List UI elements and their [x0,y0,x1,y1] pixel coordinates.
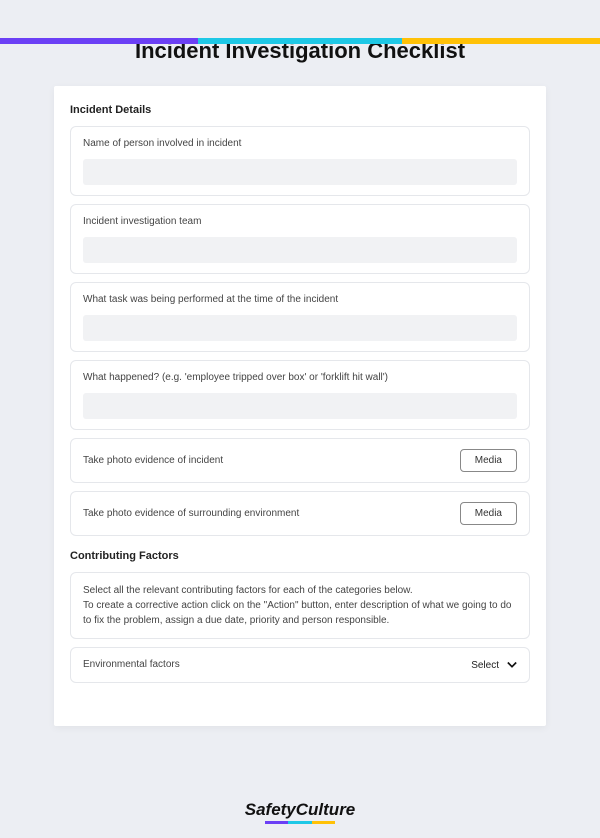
field-team: Incident investigation team [70,204,530,274]
field-task: What task was being performed at the tim… [70,282,530,352]
field-what: What happened? (e.g. 'employee tripped o… [70,360,530,430]
form-card: Incident Details Name of person involved… [54,86,546,726]
factors-instructions: Select all the relevant contributing fac… [83,583,517,628]
select-label: Select [471,660,499,671]
field-label-photo-incident: Take photo evidence of incident [83,454,460,468]
input-person[interactable] [83,159,517,185]
field-person: Name of person involved in incident [70,126,530,196]
field-photo-incident: Take photo evidence of incident Media [70,438,530,483]
field-label-what: What happened? (e.g. 'employee tripped o… [83,371,517,385]
media-button-env[interactable]: Media [460,502,517,525]
brand-text: SafetyCulture [245,800,356,819]
field-photo-env: Take photo evidence of surrounding envir… [70,491,530,536]
field-label-person: Name of person involved in incident [83,137,517,151]
section-header-factors: Contributing Factors [70,550,530,562]
input-task[interactable] [83,315,517,341]
section-header-details: Incident Details [70,104,530,116]
field-env-factors: Environmental factors Select [70,647,530,683]
input-what[interactable] [83,393,517,419]
field-label-team: Incident investigation team [83,215,517,229]
media-button-incident[interactable]: Media [460,449,517,472]
brand-logo: SafetyCulture [0,800,600,820]
select-env-factors[interactable]: Select [471,660,517,671]
field-label-photo-env: Take photo evidence of surrounding envir… [83,507,460,521]
chevron-down-icon [507,660,517,670]
input-team[interactable] [83,237,517,263]
top-accent-bar [0,38,600,44]
factors-instructions-block: Select all the relevant contributing fac… [70,572,530,639]
field-label-env-factors: Environmental factors [83,658,180,672]
field-label-task: What task was being performed at the tim… [83,293,517,307]
